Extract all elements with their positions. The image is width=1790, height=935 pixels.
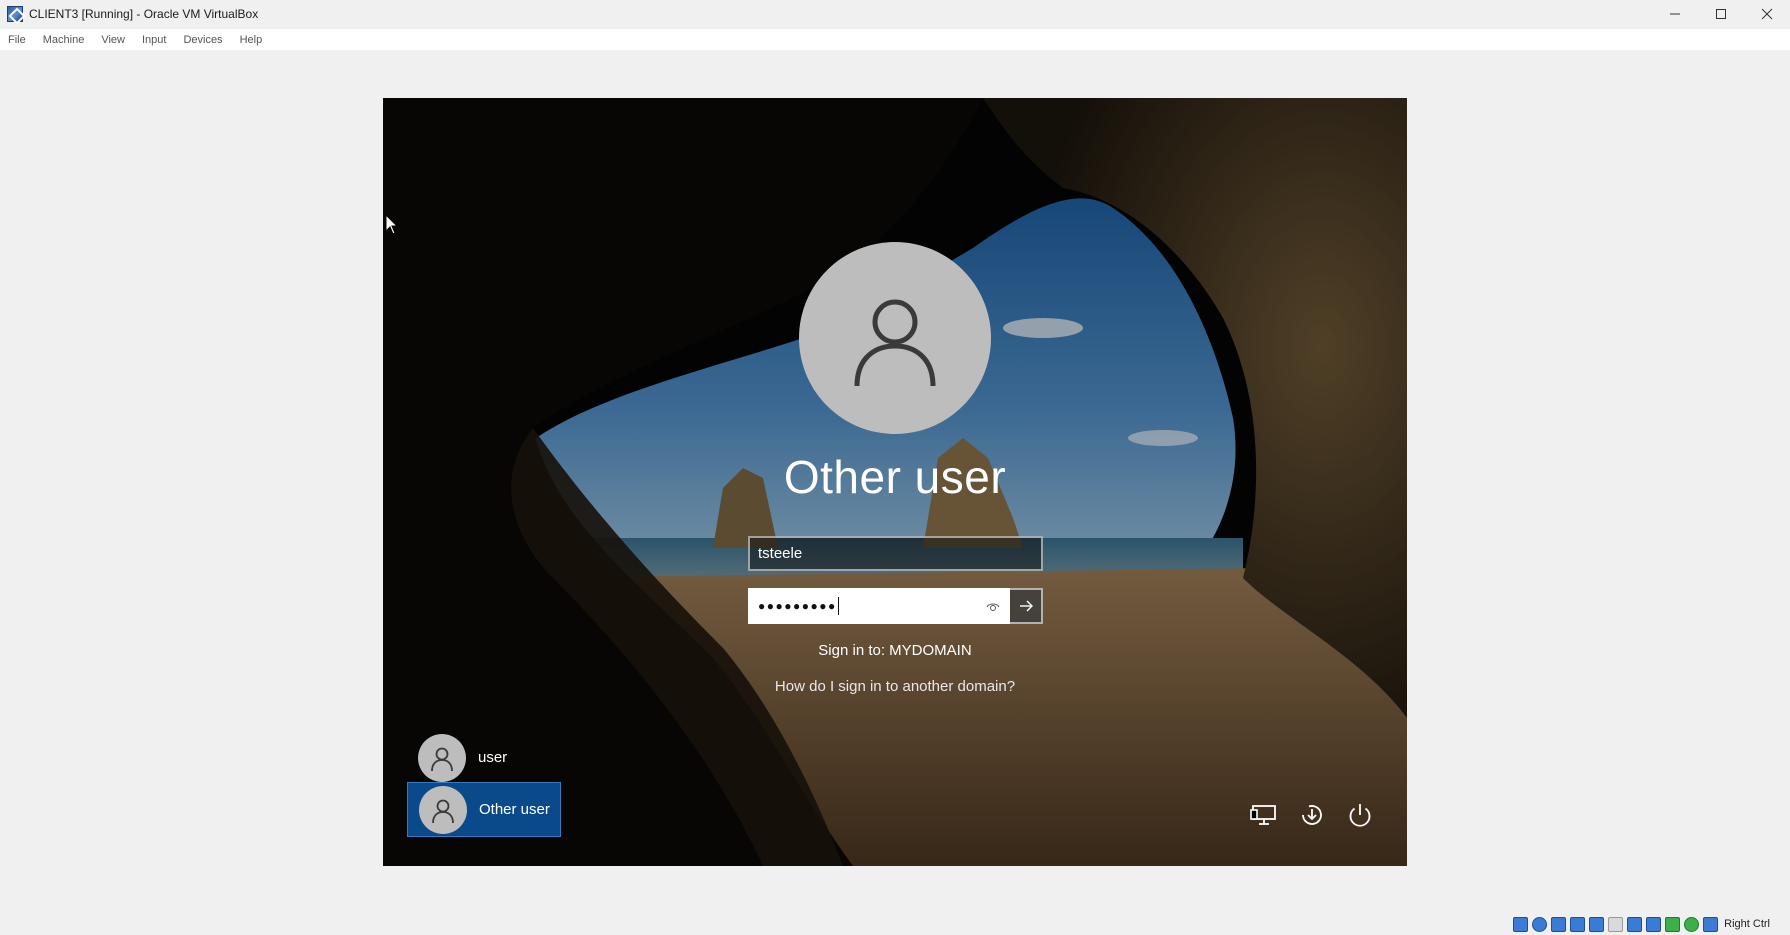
menu-help[interactable]: Help bbox=[240, 34, 263, 46]
text-caret bbox=[837, 597, 839, 615]
password-value: ●●●●●●●●● bbox=[758, 599, 837, 613]
network-adapter-icon[interactable] bbox=[1570, 916, 1586, 932]
arrow-right-icon bbox=[1019, 600, 1033, 612]
power-icon bbox=[1349, 804, 1371, 827]
other-domain-link[interactable]: How do I sign in to another domain? bbox=[695, 678, 1095, 695]
menu-machine[interactable]: Machine bbox=[43, 34, 85, 46]
submit-button[interactable] bbox=[1010, 588, 1043, 624]
menu-view[interactable]: View bbox=[101, 34, 125, 46]
accessibility-button[interactable] bbox=[1295, 798, 1329, 832]
accessibility-icon bbox=[1302, 805, 1322, 825]
optical-drive-icon[interactable] bbox=[1532, 916, 1548, 932]
shared-folder-icon[interactable] bbox=[1608, 916, 1624, 932]
reveal-password-icon[interactable] bbox=[986, 600, 1000, 614]
cpu-icon[interactable] bbox=[1665, 916, 1681, 932]
user-silhouette-icon bbox=[431, 747, 453, 771]
minimize-button[interactable] bbox=[1652, 0, 1698, 28]
audio-icon[interactable] bbox=[1551, 916, 1567, 932]
keyboard-icon[interactable] bbox=[1703, 916, 1719, 932]
mouse-integration-icon[interactable] bbox=[1684, 916, 1700, 932]
network-button[interactable] bbox=[1247, 798, 1281, 832]
network-icon bbox=[1250, 805, 1276, 825]
menu-devices[interactable]: Devices bbox=[183, 34, 222, 46]
usb-icon[interactable] bbox=[1589, 916, 1605, 932]
user-tile-other-user[interactable]: Other user bbox=[407, 782, 561, 837]
selected-user-name: Other user bbox=[783, 451, 1007, 503]
user-avatar bbox=[799, 242, 991, 434]
user-tile-label: user bbox=[478, 749, 508, 766]
close-button[interactable] bbox=[1744, 0, 1790, 28]
status-bar: Right Ctrl bbox=[1509, 915, 1770, 933]
maximize-icon bbox=[1716, 9, 1726, 19]
password-input[interactable]: ●●●●●●●●● bbox=[748, 588, 1010, 624]
tile-avatar bbox=[418, 733, 466, 782]
window-title: CLIENT3 [Running] - Oracle VM VirtualBox bbox=[29, 7, 259, 21]
menu-file[interactable]: File bbox=[8, 34, 26, 46]
minimize-icon bbox=[1670, 13, 1680, 15]
recording-icon[interactable] bbox=[1646, 916, 1662, 932]
hard-disk-icon[interactable] bbox=[1513, 916, 1529, 932]
title-bar: CLIENT3 [Running] - Oracle VM VirtualBox bbox=[0, 0, 1790, 28]
username-input[interactable]: tsteele bbox=[748, 536, 1043, 571]
user-silhouette-icon bbox=[432, 799, 454, 823]
vm-display[interactable]: Other user tsteele ●●●●●●●●● Sign in to:… bbox=[383, 98, 1407, 866]
virtualbox-app-icon bbox=[7, 6, 23, 22]
display-icon[interactable] bbox=[1627, 916, 1643, 932]
password-row: ●●●●●●●●● bbox=[748, 588, 1043, 624]
mouse-pointer-icon bbox=[385, 213, 399, 236]
user-silhouette-icon bbox=[854, 299, 936, 387]
tile-avatar bbox=[419, 785, 467, 834]
system-buttons bbox=[1233, 798, 1377, 832]
user-tile-user[interactable]: user bbox=[407, 730, 561, 785]
power-button[interactable] bbox=[1343, 798, 1377, 832]
user-tile-label: Other user bbox=[479, 801, 550, 818]
window-controls bbox=[1652, 0, 1790, 28]
menu-bar: File Machine View Input Devices Help bbox=[0, 29, 1790, 50]
menu-input[interactable]: Input bbox=[142, 34, 166, 46]
maximize-button[interactable] bbox=[1698, 0, 1744, 28]
sign-in-domain-text: Sign in to: MYDOMAIN bbox=[818, 642, 972, 659]
close-icon bbox=[1761, 8, 1773, 20]
host-key-label: Right Ctrl bbox=[1724, 918, 1770, 930]
